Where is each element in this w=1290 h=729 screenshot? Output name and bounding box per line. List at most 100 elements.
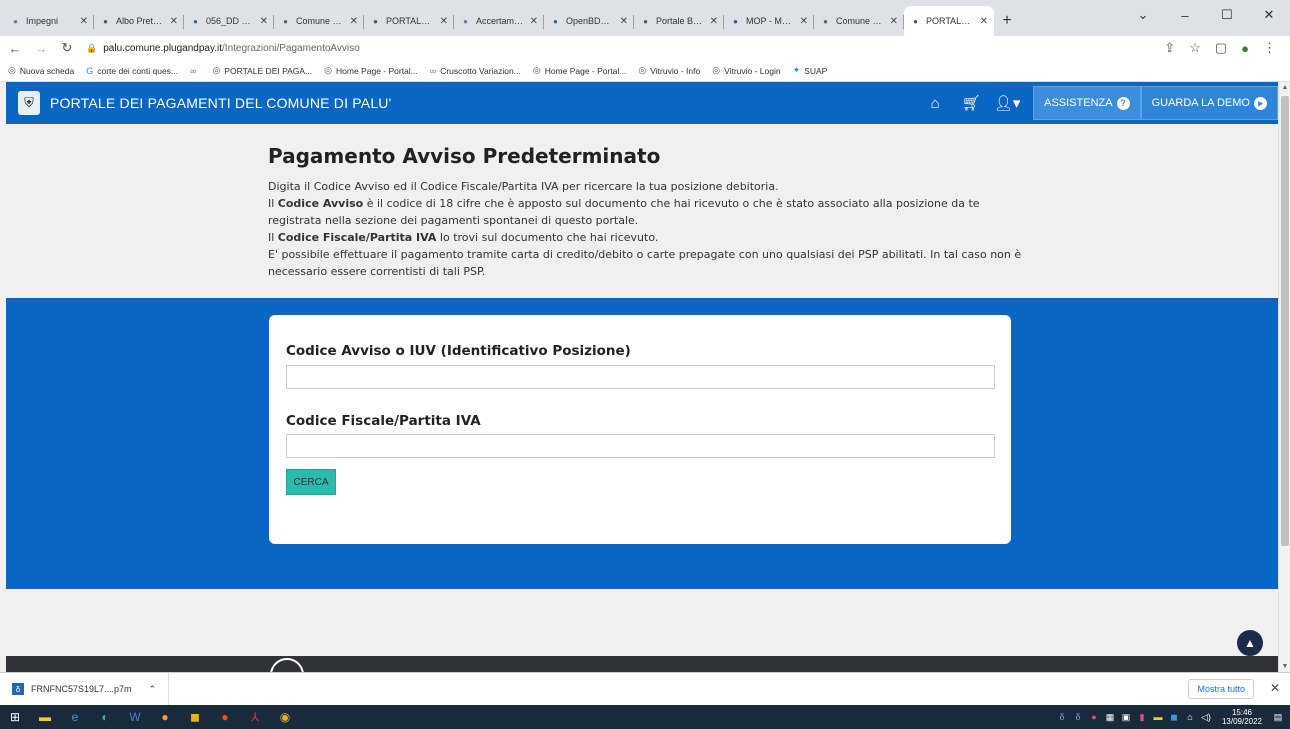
bookmark-star-icon[interactable]: ☆: [1189, 40, 1201, 56]
tab-title: Comune di Palù: [836, 16, 885, 26]
internet-explorer-icon[interactable]: e: [60, 705, 90, 729]
fiscal-code-input[interactable]: [286, 434, 995, 458]
new-tab-button[interactable]: +: [994, 6, 1020, 36]
show-all-downloads-button[interactable]: Mostra tutto: [1188, 679, 1254, 699]
browser-tab[interactable]: ● 056_DD Rettifica ✕: [184, 6, 274, 36]
browser-tab[interactable]: ● Comune di Palù ✕: [814, 6, 904, 36]
scroll-up-arrow-icon[interactable]: ▲: [1279, 84, 1290, 91]
user-menu-icon[interactable]: 👤︎▾: [989, 94, 1025, 112]
browser-tab[interactable]: ● PORTALE DEI PA ✕: [364, 6, 454, 36]
close-tab-icon[interactable]: ✕: [260, 16, 268, 27]
taskbar-clock[interactable]: 15:46 13/09/2022: [1222, 708, 1262, 726]
close-tab-icon[interactable]: ✕: [800, 16, 808, 27]
file-explorer-icon[interactable]: ▬: [30, 705, 60, 729]
scroll-down-arrow-icon[interactable]: ▼: [1279, 663, 1290, 670]
assistance-button[interactable]: ASSISTENZA ?: [1033, 86, 1141, 120]
download-item[interactable]: δ FRNFNC57S19L7....p7m ⌃: [0, 672, 170, 706]
back-button[interactable]: ←: [8, 41, 22, 56]
bookmark-item[interactable]: ∞: [190, 66, 200, 76]
tray-icon-6[interactable]: ▮: [1136, 711, 1148, 723]
reload-button[interactable]: ↻: [60, 40, 74, 56]
home-icon[interactable]: ⌂: [917, 95, 953, 112]
site-title[interactable]: PORTALE DEI PAGAMENTI DEL COMUNE DI PALU…: [50, 95, 392, 111]
search-button[interactable]: CERCA: [286, 469, 336, 495]
menu-kebab-icon[interactable]: ⋮: [1263, 40, 1276, 56]
municipality-crest-icon[interactable]: ⛨: [18, 91, 40, 115]
tray-icon-8[interactable]: ◼: [1168, 711, 1180, 723]
back-to-top-button[interactable]: ▲: [1237, 630, 1263, 656]
app-crest-icon[interactable]: ●: [210, 705, 240, 729]
notifications-icon[interactable]: ▤: [1272, 711, 1284, 723]
bookmark-label: corte dei conti ques...: [97, 65, 179, 76]
cart-icon[interactable]: 🛒︎: [953, 94, 989, 112]
tray-icon-1[interactable]: δ: [1056, 711, 1068, 723]
bookmark-item[interactable]: ◎ Home Page - Portal...: [324, 65, 418, 76]
minimize-button[interactable]: –: [1164, 0, 1206, 30]
chevron-up-icon[interactable]: ⌃: [149, 684, 157, 695]
bookmark-item[interactable]: ✦ SUAP: [793, 65, 828, 76]
tray-icon-2[interactable]: δ: [1072, 711, 1084, 723]
app-icon: ●: [13, 16, 18, 26]
bookmark-item[interactable]: ◎ Home Page - Portal...: [533, 65, 627, 76]
tab-search-icon[interactable]: ⌄: [1122, 0, 1164, 30]
demo-button[interactable]: GUARDA LA DEMO ▸: [1140, 86, 1278, 120]
page-scrollbar[interactable]: ▲ ▼: [1278, 82, 1290, 672]
app-orange-icon[interactable]: ●: [150, 705, 180, 729]
bookmark-label: Home Page - Portal...: [336, 65, 418, 76]
notice-code-input[interactable]: [286, 365, 995, 389]
tray-icon-5[interactable]: ▣: [1120, 711, 1132, 723]
tray-icon-3[interactable]: ●: [1088, 711, 1100, 723]
close-download-bar-icon[interactable]: ✕: [1270, 681, 1280, 695]
bookmark-item[interactable]: ◎ Vitruvio - Info: [638, 65, 700, 76]
word-icon[interactable]: W: [120, 705, 150, 729]
close-tab-icon[interactable]: ✕: [440, 16, 448, 27]
network-icon[interactable]: ⌂: [1184, 711, 1196, 723]
browser-tab[interactable]: ● OpenBDAP | I d ✕: [544, 6, 634, 36]
close-tab-icon[interactable]: ✕: [80, 16, 88, 27]
acrobat-icon[interactable]: ⅄: [240, 705, 270, 729]
bookmark-item[interactable]: ◎ Nuova scheda: [8, 65, 74, 76]
chrome-icon[interactable]: ◉: [270, 705, 300, 729]
close-tab-icon[interactable]: ✕: [350, 16, 358, 27]
close-tab-icon[interactable]: ✕: [890, 16, 898, 27]
demo-label: GUARDA LA DEMO: [1151, 97, 1250, 109]
browser-tab[interactable]: ● Comune di Palù ✕: [274, 6, 364, 36]
volume-icon[interactable]: ◁): [1200, 711, 1212, 723]
scrollbar-thumb[interactable]: [1281, 96, 1289, 546]
browser-tab[interactable]: ● PORTALE DEI PA ✕: [904, 6, 994, 36]
tray-icon-4[interactable]: ▦: [1104, 711, 1116, 723]
sidepanel-icon[interactable]: ▢: [1215, 40, 1227, 56]
app-yellow-icon[interactable]: ◼: [180, 705, 210, 729]
browser-tab[interactable]: ● Portale BDAP lo ✕: [634, 6, 724, 36]
tab-title: 056_DD Rettifica: [206, 16, 255, 26]
edge-icon[interactable]: ◐: [90, 705, 120, 729]
close-tab-icon[interactable]: ✕: [980, 16, 988, 27]
assistance-label: ASSISTENZA: [1044, 97, 1113, 109]
crest-icon: ●: [823, 16, 828, 26]
browser-tab[interactable]: ● MOP - Monitora ✕: [724, 6, 814, 36]
forward-button[interactable]: →: [34, 41, 48, 56]
bookmark-item[interactable]: ◎ Vitruvio - Login: [712, 65, 780, 76]
bookmark-item[interactable]: ∞ Cruscotto Variazion...: [430, 66, 521, 76]
url-field[interactable]: 🔒 palu.comune.plugandpay.it/Integrazioni…: [86, 38, 1152, 58]
maximize-button[interactable]: ☐: [1206, 0, 1248, 30]
close-tab-icon[interactable]: ✕: [620, 16, 628, 27]
profile-avatar-icon[interactable]: ●: [1241, 41, 1249, 56]
search-form-card: Codice Avviso o IUV (Identificativo Posi…: [269, 315, 1011, 544]
close-tab-icon[interactable]: ✕: [710, 16, 718, 27]
tab-title: Impegni: [26, 16, 59, 26]
close-tab-icon[interactable]: ✕: [170, 16, 178, 27]
close-window-button[interactable]: ✕: [1248, 0, 1290, 30]
tab-title: Albo Pretorio di: [116, 16, 165, 26]
share-icon[interactable]: ⇪: [1164, 40, 1175, 56]
bookmark-item[interactable]: ◎ PORTALE DEI PAGA...: [212, 65, 312, 76]
bookmark-item[interactable]: Gcorte dei conti ques...: [86, 66, 178, 76]
tray-icon-7[interactable]: ▬: [1152, 711, 1164, 723]
browser-tab[interactable]: ● Impegni ✕: [4, 6, 94, 36]
browser-tab[interactable]: ● Albo Pretorio di ✕: [94, 6, 184, 36]
globe-icon: ●: [913, 16, 918, 26]
browser-tab[interactable]: ● Accertamenti ✕: [454, 6, 544, 36]
windows-start-icon[interactable]: ⊞: [0, 705, 30, 729]
close-tab-icon[interactable]: ✕: [530, 16, 538, 27]
bookmark-label: SUAP: [804, 65, 828, 76]
